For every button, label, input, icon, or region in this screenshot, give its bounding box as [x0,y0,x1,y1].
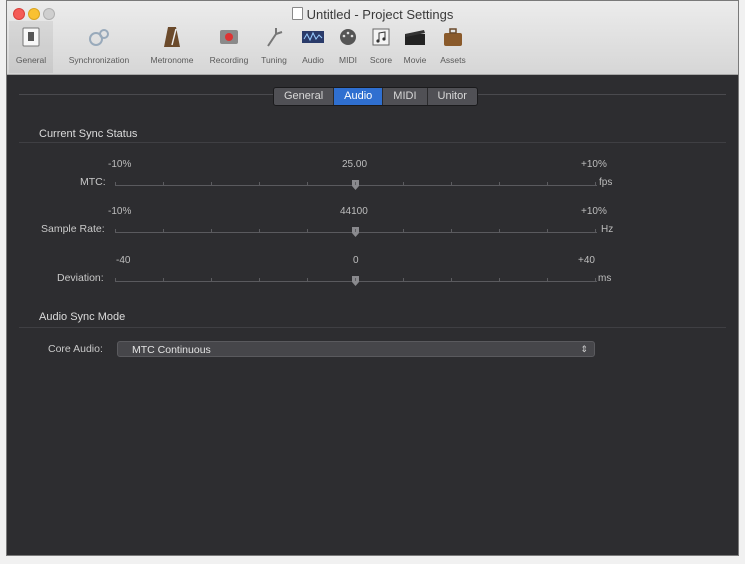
sample-rate-unit: Hz [601,224,614,235]
toolbar-item-midi[interactable]: MIDI [333,21,363,73]
sample-rate-max-label: +10% [581,206,607,217]
meter-tick [355,278,356,281]
tuning-icon [261,23,287,51]
toolbar-item-metronome[interactable]: Metronome [141,21,203,73]
meter-tick [595,278,596,281]
meter-tick [499,182,500,185]
meter-tick [451,182,452,185]
deviation-max-label: +40 [578,255,595,266]
toolbar-label: Assets [440,55,466,65]
meter-tick [595,229,596,232]
meter-tick [595,182,596,185]
toolbar-label: Score [369,55,393,65]
core-audio-popup[interactable]: MTC Continuous ⇕ [117,341,595,357]
meter-tick [307,229,308,232]
core-audio-label: Core Audio: [48,343,103,355]
meter-tick [499,278,500,281]
mtc-label: MTC: [80,176,106,188]
audio-sync-mode-heading: Audio Sync Mode [39,311,126,323]
settings-panel: General Audio MIDI Unitor Current Sync S… [7,75,738,555]
toolbar-label: Movie [403,55,427,65]
meter-tick [403,229,404,232]
assets-icon [440,23,466,51]
meter-tick [115,278,116,281]
toolbar-item-movie[interactable]: Movie [398,21,432,73]
core-audio-value: MTC Continuous [132,344,211,356]
divider [19,327,726,328]
meter-tick [115,182,116,185]
meter-tick [547,278,548,281]
toolbar-item-assets[interactable]: Assets [435,21,471,73]
meter-tick [307,182,308,185]
midi-icon [335,23,361,51]
tab-audio[interactable]: Audio [334,88,384,105]
toolbar-label: Tuning [261,55,287,65]
meter-tick [211,182,212,185]
sample-rate-min-label: -10% [108,206,132,217]
toolbar-label: Audio [302,55,324,65]
document-icon [291,7,303,20]
toolbar-label: MIDI [339,55,357,65]
meter-tick [115,229,116,232]
deviation-value: 0 [353,255,359,266]
toolbar-label: General [15,55,47,65]
score-icon [368,23,394,51]
divider [19,142,726,143]
meter-tick [403,278,404,281]
meter-tick [547,182,548,185]
meter-tick [451,278,452,281]
meter-tick [403,182,404,185]
tab-midi[interactable]: MIDI [383,88,428,105]
popup-arrows-icon: ⇕ [580,344,588,354]
meter-tick [211,278,212,281]
recording-icon [216,23,242,51]
meter-tick [547,229,548,232]
current-sync-status-heading: Current Sync Status [39,128,138,140]
tab-bar: General Audio MIDI Unitor [273,87,478,106]
meter-tick [259,182,260,185]
meter-tick [259,229,260,232]
settings-toolbar: General Synchronization Metronome Record… [7,21,738,73]
meter-tick [451,229,452,232]
sample-rate-value: 44100 [340,206,368,217]
toolbar-item-synchronization[interactable]: Synchronization [57,21,141,73]
meter-tick [163,229,164,232]
mtc-max-label: +10% [581,159,607,170]
meter-tick [307,278,308,281]
deviation-min-label: -40 [116,255,131,266]
toolbar-item-recording[interactable]: Recording [203,21,255,73]
general-icon [18,23,44,51]
meter-tick [259,278,260,281]
meter-tick [499,229,500,232]
tab-unitor[interactable]: Unitor [428,88,477,105]
window-title-text: Untitled - Project Settings [306,7,454,22]
toolbar-label: Recording [209,55,249,65]
project-settings-window: Untitled - Project Settings General Sync… [6,0,739,556]
meter-tick [211,229,212,232]
toolbar-label: Metronome [150,55,194,65]
synchronization-icon [86,23,112,51]
toolbar-item-audio[interactable]: Audio [296,21,330,73]
meter-tick [163,182,164,185]
toolbar-item-tuning[interactable]: Tuning [256,21,292,73]
metronome-icon [159,23,185,51]
toolbar-label: Synchronization [68,55,130,65]
toolbar-item-general[interactable]: General [9,21,53,73]
movie-icon [402,23,428,51]
mtc-unit: fps [599,177,613,188]
meter-tick [355,182,356,185]
deviation-label: Deviation: [57,272,104,284]
title-bar: Untitled - Project Settings General Sync… [7,1,738,75]
meter-tick [355,229,356,232]
mtc-min-label: -10% [108,159,132,170]
deviation-unit: ms [598,273,612,284]
meter-tick [163,278,164,281]
window-title: Untitled - Project Settings [7,7,738,22]
toolbar-item-score[interactable]: Score [366,21,396,73]
sample-rate-label: Sample Rate: [41,223,105,235]
tab-general[interactable]: General [274,88,335,105]
mtc-value: 25.00 [342,159,368,170]
audio-icon [300,23,326,51]
